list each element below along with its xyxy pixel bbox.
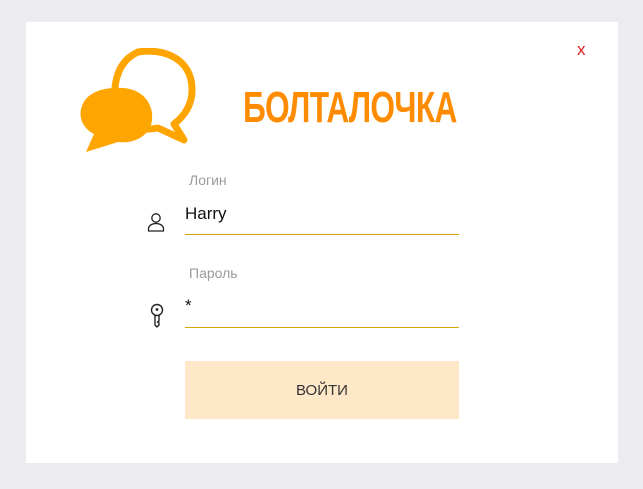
close-button[interactable]: x <box>577 40 586 60</box>
user-icon <box>147 213 165 232</box>
login-button[interactable]: ВОЙТИ <box>185 361 459 419</box>
login-window: x БОЛТАЛОЧКА Логин Harry Пароль * ВОЙТИ <box>26 22 618 463</box>
chat-bubbles-logo-icon <box>80 48 196 152</box>
password-label: Пароль <box>189 265 238 281</box>
login-underline <box>185 234 459 235</box>
app-title: БОЛТАЛОЧКА <box>243 83 457 132</box>
login-button-label: ВОЙТИ <box>296 381 348 399</box>
password-input[interactable]: * <box>185 296 192 316</box>
key-icon <box>150 303 164 328</box>
login-label: Логин <box>189 172 227 188</box>
login-input[interactable]: Harry <box>185 204 227 224</box>
password-underline <box>185 327 459 328</box>
